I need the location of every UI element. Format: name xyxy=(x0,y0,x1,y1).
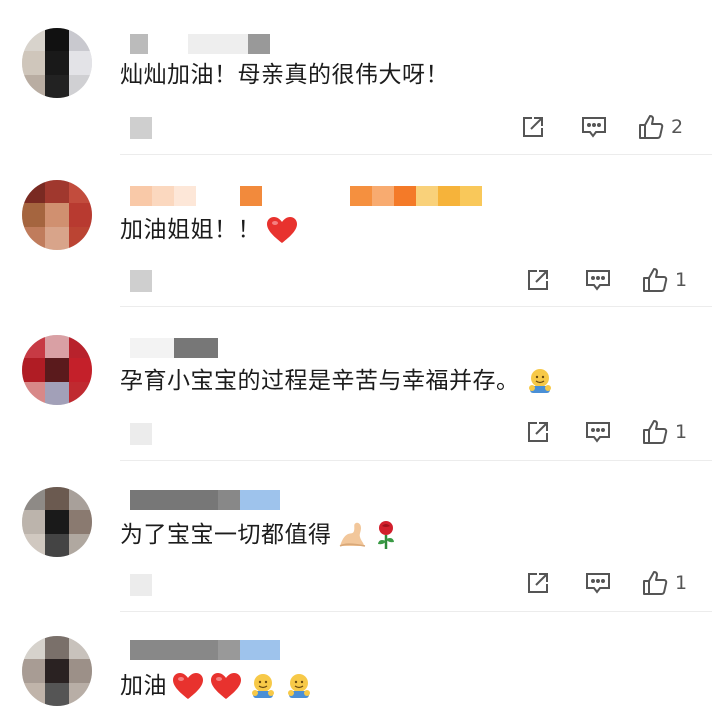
timestamp-blurred xyxy=(130,574,152,596)
comment-actions: 1 xyxy=(520,568,700,598)
share-button[interactable] xyxy=(520,112,546,142)
divider xyxy=(120,306,712,307)
avatar[interactable] xyxy=(22,487,92,557)
comment-icon xyxy=(586,422,610,443)
hug-emoji-icon xyxy=(252,674,274,698)
like-count: 2 xyxy=(671,116,684,138)
reply-button[interactable] xyxy=(584,417,612,447)
avatar[interactable] xyxy=(22,180,92,250)
username-blurred[interactable] xyxy=(130,186,482,206)
heart-emoji-icon xyxy=(267,217,297,243)
username-blurred[interactable] xyxy=(130,490,280,510)
thumbs-up-icon xyxy=(643,571,668,595)
username-blurred[interactable] xyxy=(130,640,280,660)
comment-text: 为了宝宝一切都值得 xyxy=(120,519,400,551)
hug-emoji-icon xyxy=(288,674,310,698)
like-count: 1 xyxy=(675,269,688,291)
username-blurred[interactable] xyxy=(130,34,270,54)
comment-icon xyxy=(586,270,610,291)
comment-actions: 1 xyxy=(520,417,700,447)
reply-button[interactable] xyxy=(584,568,612,598)
thumbs-up-icon xyxy=(643,268,668,292)
share-icon xyxy=(528,573,548,593)
comment-actions: 2 xyxy=(520,112,700,142)
comment-text: 加油姐姐！！ xyxy=(120,215,299,245)
like-count: 1 xyxy=(675,572,688,594)
like-button[interactable]: 1 xyxy=(641,265,687,295)
reply-button[interactable] xyxy=(584,265,612,295)
flexed-bicep-emoji-icon xyxy=(339,522,365,547)
share-icon xyxy=(528,270,548,290)
comment-icon xyxy=(586,573,610,594)
avatar[interactable] xyxy=(22,335,92,405)
rose-emoji-icon xyxy=(377,521,394,549)
like-button[interactable]: 2 xyxy=(637,112,683,142)
share-button[interactable] xyxy=(525,417,551,447)
username-blurred[interactable] xyxy=(130,338,218,358)
divider xyxy=(120,154,712,155)
timestamp-blurred xyxy=(130,117,152,139)
timestamp-blurred xyxy=(130,423,152,445)
like-button[interactable]: 1 xyxy=(641,568,687,598)
like-button[interactable]: 1 xyxy=(641,417,687,447)
share-button[interactable] xyxy=(525,568,551,598)
timestamp-blurred xyxy=(130,270,152,292)
divider xyxy=(120,611,712,612)
share-icon xyxy=(528,422,548,442)
share-button[interactable] xyxy=(525,265,551,295)
like-count: 1 xyxy=(675,421,688,443)
comment-actions: 1 xyxy=(520,265,700,295)
heart-emoji-icon xyxy=(211,673,241,699)
share-icon xyxy=(523,117,543,137)
comment-text: 加油 xyxy=(120,671,315,701)
avatar[interactable] xyxy=(22,636,92,706)
comment-icon xyxy=(582,117,606,138)
thumbs-up-icon xyxy=(643,420,668,444)
thumbs-up-icon xyxy=(639,115,664,139)
divider xyxy=(120,460,712,461)
heart-emoji-icon xyxy=(173,673,203,699)
reply-button[interactable] xyxy=(580,112,608,142)
avatar[interactable] xyxy=(22,28,92,98)
hug-emoji-icon xyxy=(528,369,551,393)
comment-text: 灿灿加油！母亲真的很伟大呀！ xyxy=(120,62,449,88)
comment-text: 孕育小宝宝的过程是辛苦与幸福并存。 xyxy=(120,366,556,396)
